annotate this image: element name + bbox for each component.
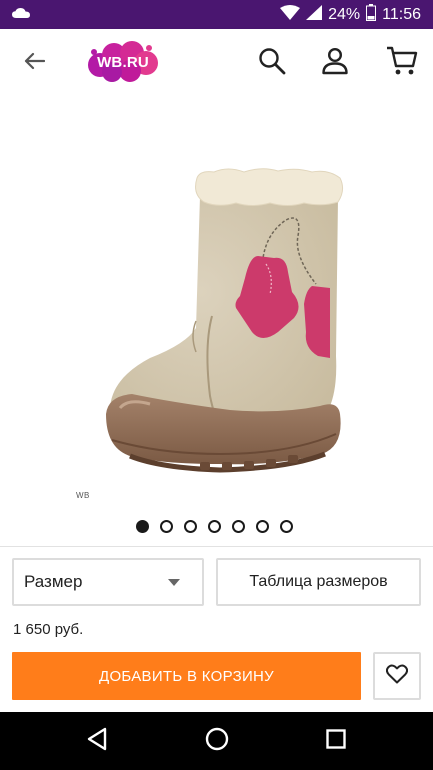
nav-home-button[interactable]	[202, 726, 232, 756]
dropdown-caret-icon	[168, 578, 180, 586]
gallery-dot[interactable]	[232, 519, 245, 533]
logo[interactable]: WB.RU	[86, 41, 160, 83]
cart-icon	[386, 46, 418, 81]
cart-button[interactable]	[381, 44, 423, 82]
account-icon	[321, 47, 349, 80]
divider	[0, 546, 433, 547]
gallery-dot[interactable]	[184, 519, 197, 533]
status-bar: 24% 11:56	[0, 0, 433, 29]
size-select-label: Размер	[24, 572, 83, 591]
add-to-cart-button[interactable]: ДОБАВИТЬ В КОРЗИНУ	[12, 652, 361, 700]
gallery-dot[interactable]	[136, 519, 149, 533]
signal-icon	[306, 4, 323, 25]
back-button[interactable]	[14, 46, 54, 80]
price: 1 650 руб.	[13, 621, 84, 638]
gallery-dot[interactable]	[208, 519, 221, 533]
search-icon	[258, 47, 286, 80]
status-left	[12, 6, 280, 24]
gallery-dot[interactable]	[280, 519, 293, 533]
status-right: 24% 11:56	[280, 3, 421, 26]
account-button[interactable]	[315, 44, 355, 82]
logo-text: WB.RU	[97, 53, 149, 71]
nav-recents-button[interactable]	[321, 726, 351, 756]
product-image	[106, 168, 344, 473]
gallery-pagination	[0, 516, 433, 536]
home-circle-icon	[204, 726, 230, 757]
gallery-dot[interactable]	[160, 519, 173, 533]
product-gallery[interactable]: WB	[0, 96, 433, 546]
status-time: 11:56	[382, 5, 421, 23]
size-select[interactable]: Размер	[12, 558, 204, 606]
battery-icon	[366, 3, 377, 26]
wifi-icon	[280, 4, 301, 25]
size-table-button[interactable]: Таблица размеров	[216, 558, 421, 606]
image-caption: WB	[76, 491, 90, 500]
heart-icon	[385, 664, 409, 689]
nav-back-button[interactable]	[82, 726, 112, 756]
system-nav-bar	[0, 712, 433, 770]
cloud-icon	[12, 6, 30, 24]
battery-percent: 24%	[328, 5, 361, 23]
back-triangle-icon	[86, 727, 108, 756]
app-bar: WB.RU	[0, 29, 433, 96]
search-button[interactable]	[252, 44, 292, 82]
favorite-button[interactable]	[373, 652, 421, 700]
recents-square-icon	[325, 728, 347, 755]
gallery-dot[interactable]	[256, 519, 269, 533]
back-arrow-icon	[23, 52, 46, 75]
